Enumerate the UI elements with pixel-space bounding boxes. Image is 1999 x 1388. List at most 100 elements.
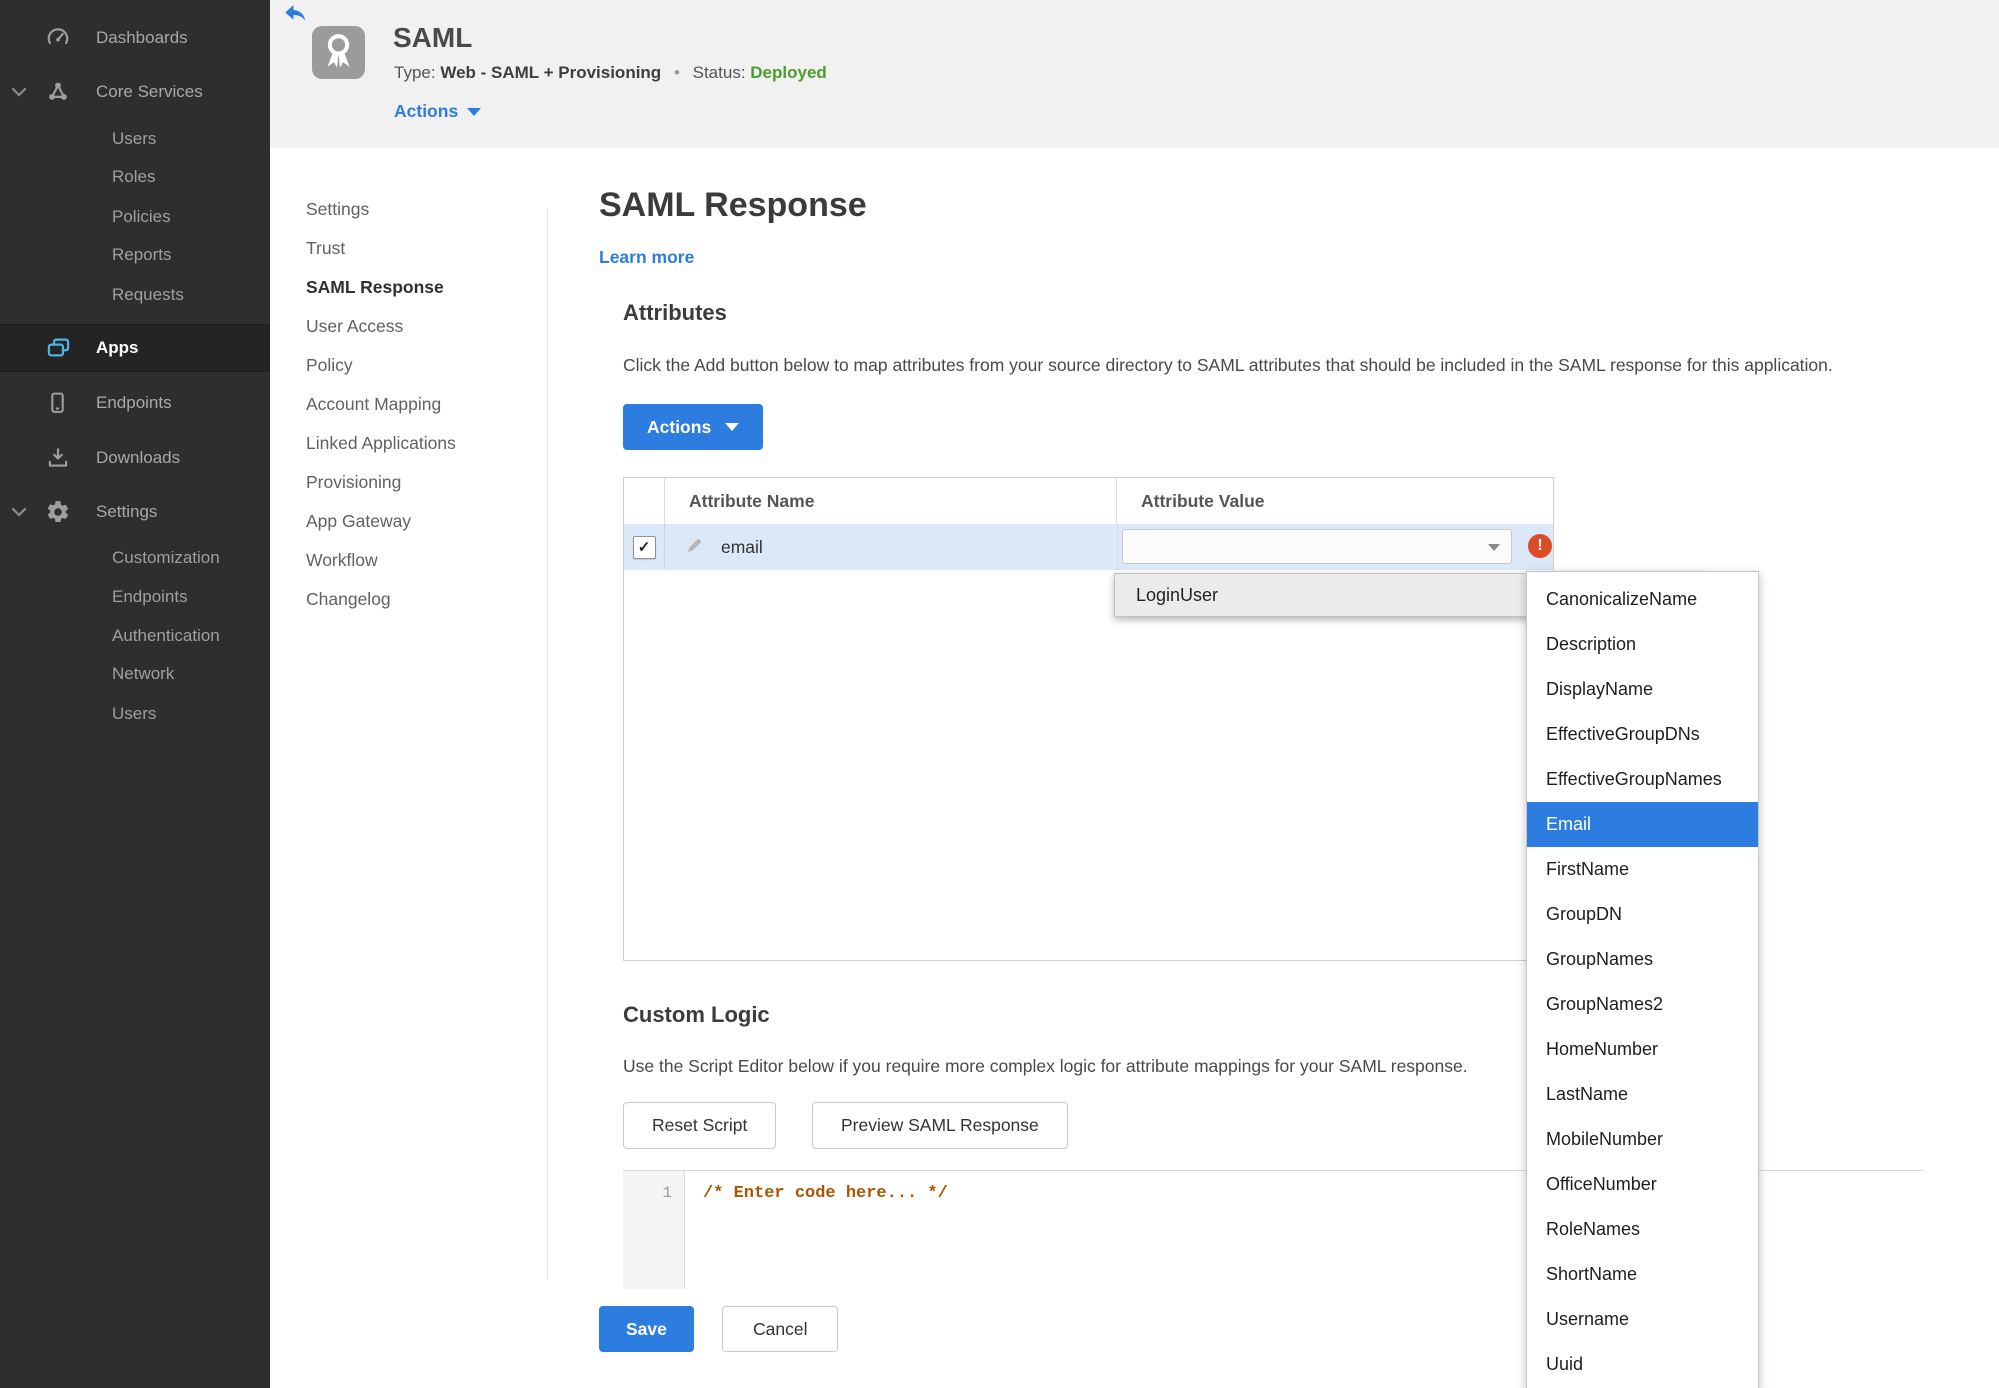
tab-provisioning[interactable]: Provisioning — [306, 463, 536, 502]
menu-item-officenumber[interactable]: OfficeNumber — [1527, 1162, 1758, 1207]
sidebar-item-network[interactable]: Network — [0, 654, 270, 694]
actions-label: Actions — [394, 101, 459, 121]
editor-line-gutter: 1 — [623, 1171, 685, 1289]
sidebar-item-label: Settings — [96, 502, 158, 521]
row-select-cell: ✓ — [624, 524, 665, 570]
sidebar-item-customization[interactable]: Customization — [0, 538, 270, 578]
menu-item-groupnames2[interactable]: GroupNames2 — [1527, 982, 1758, 1027]
menu-item-description[interactable]: Description — [1527, 622, 1758, 667]
attribute-name-cell: email — [665, 535, 1117, 560]
sidebar-item-label: Users — [112, 704, 157, 723]
sidebar-item-label: Users — [112, 129, 157, 148]
tab-account-mapping[interactable]: Account Mapping — [306, 385, 536, 424]
menu-item-username[interactable]: Username — [1527, 1297, 1758, 1342]
tab-policy[interactable]: Policy — [306, 346, 536, 385]
sidebar-item-settings[interactable]: Settings — [0, 492, 270, 532]
menu-item-effectivegroupdns[interactable]: EffectiveGroupDNs — [1527, 712, 1758, 757]
device-icon — [45, 390, 70, 416]
sidebar-item-label: Core Services — [96, 82, 203, 101]
sidebar: Dashboards Core Services Users Roles Pol… — [0, 0, 270, 1388]
sidebar-item-label: Downloads — [96, 448, 181, 467]
sidebar-item-apps[interactable]: Apps — [0, 324, 270, 372]
tab-trust[interactable]: Trust — [306, 229, 536, 268]
sidebar-item-reports[interactable]: Reports — [0, 235, 270, 275]
menu-item-mobilenumber[interactable]: MobileNumber — [1527, 1117, 1758, 1162]
tab-linked-applications[interactable]: Linked Applications — [306, 424, 536, 463]
back-arrow-icon[interactable] — [283, 3, 308, 29]
menu-item-effectivegroupnames[interactable]: EffectiveGroupNames — [1527, 757, 1758, 802]
menu-item-lastname[interactable]: LastName — [1527, 1072, 1758, 1117]
status-label: Status: — [692, 63, 746, 82]
type-label: Type: — [394, 63, 436, 82]
attributes-actions-button[interactable]: Actions — [623, 404, 764, 450]
editor-code-comment[interactable]: /* Enter code here... */ — [703, 1184, 948, 1203]
menu-item-canonicalizename[interactable]: CanonicalizeName — [1527, 577, 1758, 622]
sidebar-item-endpoints[interactable]: Endpoints — [0, 383, 270, 423]
row-checkbox[interactable]: ✓ — [632, 535, 656, 559]
save-button[interactable]: Save — [599, 1306, 694, 1352]
custom-logic-heading: Custom Logic — [623, 1002, 770, 1027]
sidebar-item-label: Roles — [112, 167, 156, 186]
tab-workflow[interactable]: Workflow — [306, 541, 536, 580]
cancel-button[interactable]: Cancel — [722, 1306, 839, 1352]
gauge-icon — [45, 25, 71, 51]
chevron-down-icon[interactable] — [11, 87, 27, 98]
attributes-heading: Attributes — [623, 300, 727, 325]
tab-app-gateway[interactable]: App Gateway — [306, 502, 536, 541]
pencil-icon[interactable] — [685, 535, 705, 560]
sidebar-item-label: Customization — [112, 548, 220, 567]
core-services-hub-icon — [45, 79, 71, 105]
menu-item-groupdn[interactable]: GroupDN — [1527, 892, 1758, 937]
line-number: 1 — [662, 1184, 672, 1202]
sidebar-item-label: Reports — [112, 245, 172, 264]
tab-settings[interactable]: Settings — [306, 190, 536, 229]
sidebar-item-label: Authentication — [112, 626, 220, 645]
sidebar-item-label: Policies — [112, 207, 171, 226]
chevron-down-icon — [725, 423, 740, 431]
table-header-row: Attribute Name Attribute Value — [624, 478, 1553, 525]
status-badge: Deployed — [750, 63, 827, 82]
menu-item-uuid[interactable]: Uuid — [1527, 1342, 1758, 1387]
column-header-attribute-value: Attribute Value — [1141, 490, 1265, 511]
menu-item-displayname[interactable]: DisplayName — [1527, 667, 1758, 712]
attribute-value-dropdown[interactable] — [1122, 529, 1512, 564]
attributes-table: Attribute Name Attribute Value ✓ email — [623, 477, 1554, 961]
sidebar-item-roles[interactable]: Roles — [0, 157, 270, 197]
tab-saml-response[interactable]: SAML Response — [306, 268, 536, 307]
menu-item-rolenames[interactable]: RoleNames — [1527, 1207, 1758, 1252]
app-window: Dashboards Core Services Users Roles Pol… — [0, 0, 1999, 1388]
table-row[interactable]: ✓ email — [624, 524, 1553, 570]
sidebar-item-label: Dashboards — [96, 28, 188, 47]
sidebar-item-label: Endpoints — [112, 587, 188, 606]
sidebar-item-downloads[interactable]: Downloads — [0, 438, 270, 478]
tab-user-access[interactable]: User Access — [306, 307, 536, 346]
preview-saml-response-button[interactable]: Preview SAML Response — [812, 1102, 1068, 1149]
sidebar-item-label: Requests — [112, 285, 184, 304]
menu-item-email-selected[interactable]: Email — [1527, 802, 1758, 847]
content-divider — [547, 208, 548, 1280]
sidebar-item-core-services[interactable]: Core Services — [0, 72, 270, 112]
sidebar-item-policies[interactable]: Policies — [0, 197, 270, 237]
sidebar-item-authentication[interactable]: Authentication — [0, 616, 270, 656]
learn-more-link[interactable]: Learn more — [599, 247, 694, 268]
chevron-down-icon — [467, 107, 482, 116]
chevron-down-icon[interactable] — [11, 507, 27, 518]
menu-item-homenumber[interactable]: HomeNumber — [1527, 1027, 1758, 1072]
menu-item-shortname[interactable]: ShortName — [1527, 1252, 1758, 1297]
sidebar-item-users[interactable]: Users — [0, 119, 270, 159]
sidebar-item-dashboards[interactable]: Dashboards — [0, 18, 270, 58]
validation-error-icon[interactable]: ! — [1528, 534, 1552, 558]
actions-button-label: Actions — [647, 416, 712, 437]
select-column-header — [624, 478, 665, 524]
menu-item-groupnames[interactable]: GroupNames — [1527, 937, 1758, 982]
reset-script-button[interactable]: Reset Script — [623, 1102, 777, 1149]
app-header: SAML Type: Web - SAML + Provisioning • S… — [270, 0, 1999, 148]
separator-dot: • — [673, 63, 680, 82]
sidebar-item-settings-users[interactable]: Users — [0, 694, 270, 734]
sidebar-item-requests[interactable]: Requests — [0, 275, 270, 315]
column-header-attribute-name: Attribute Name — [665, 478, 1117, 524]
menu-item-firstname[interactable]: FirstName — [1527, 847, 1758, 892]
header-actions-menu[interactable]: Actions — [394, 101, 482, 122]
tab-changelog[interactable]: Changelog — [306, 580, 536, 619]
sidebar-item-settings-endpoints[interactable]: Endpoints — [0, 577, 270, 617]
